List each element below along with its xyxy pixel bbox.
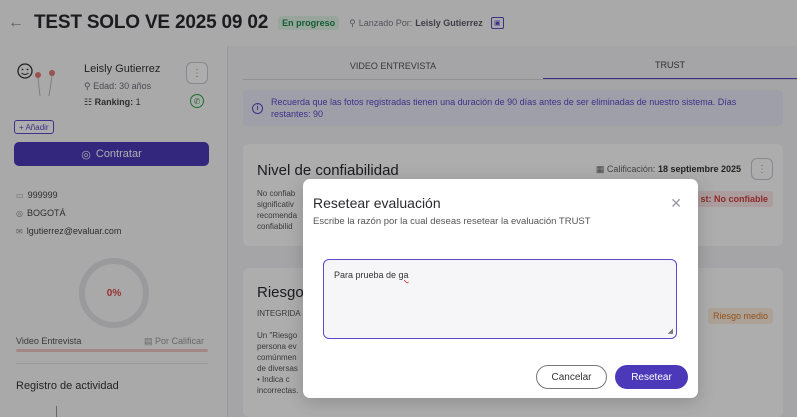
- reset-button[interactable]: Resetear: [615, 365, 688, 389]
- modal-title: Resetear evaluación: [313, 195, 441, 211]
- modal-description: Escribe la razón por la cual deseas rese…: [313, 216, 591, 227]
- close-icon[interactable]: ✕: [670, 195, 682, 212]
- textarea-misspelled-word: ga: [398, 270, 409, 280]
- resize-handle-icon[interactable]: ◢: [668, 327, 673, 335]
- reason-textarea[interactable]: Para prueba de ga ◢: [323, 259, 677, 339]
- cancel-button[interactable]: Cancelar: [536, 365, 607, 389]
- reset-evaluation-modal: Resetear evaluación ✕ Escribe la razón p…: [303, 179, 698, 398]
- textarea-text: Para prueba de: [334, 270, 399, 280]
